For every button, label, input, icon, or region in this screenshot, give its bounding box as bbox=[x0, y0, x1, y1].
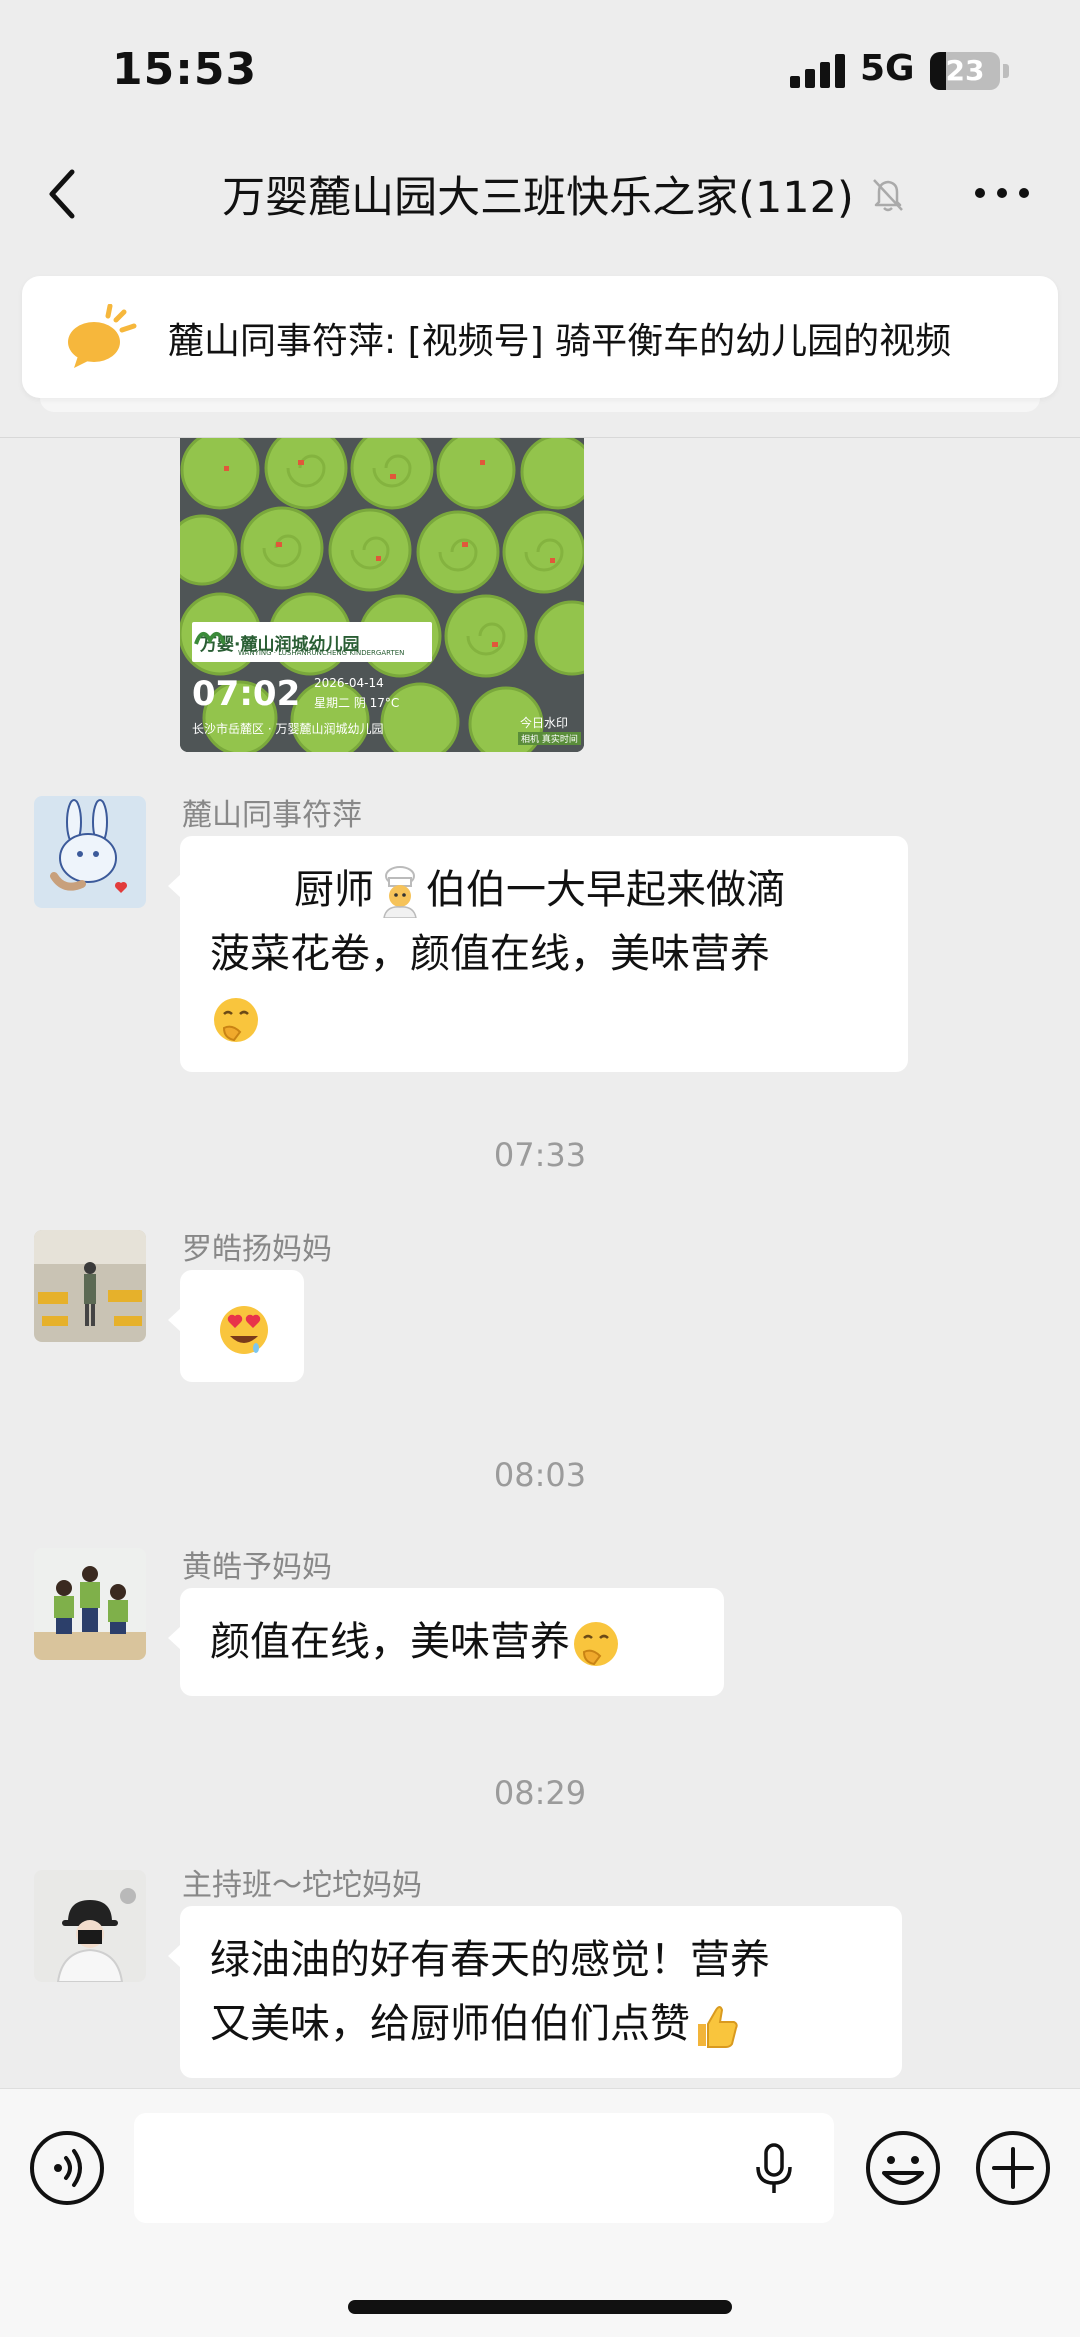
voice-button[interactable] bbox=[28, 2129, 106, 2207]
classroom-avatar-image bbox=[34, 1230, 146, 1342]
thumbs-up-emoji bbox=[698, 2006, 738, 2048]
watermark-date: 2026-04-14 bbox=[314, 676, 384, 690]
message-bubble[interactable]: 绿油油的好有春天的感觉！营养 又美味，给厨师伯伯们点赞 bbox=[168, 1906, 902, 2078]
battery-icon: 23 bbox=[930, 52, 1000, 90]
timestamp: 07:33 bbox=[493, 1136, 587, 1174]
pinned-text: 麓山同事符萍: [视频号] 骑平衡车的幼儿园的视频 bbox=[168, 321, 952, 362]
pinned-card-shadow bbox=[40, 398, 1040, 412]
message-text: 伯伯一大早起来做滴 bbox=[426, 867, 786, 913]
pinned-message[interactable]: 麓山同事符萍: [视频号] 骑平衡车的幼儿园的视频 bbox=[22, 276, 1058, 398]
shared-photo[interactable]: 万婴·麓山润城幼儿园 WANYING · LUSHANRUNCHENG KIND… bbox=[180, 438, 584, 752]
person-cap-avatar-image bbox=[34, 1870, 146, 1982]
bell-off-icon bbox=[872, 179, 903, 212]
watermark-location: 长沙市岳麓区 · 万婴麓山润城幼儿园 bbox=[192, 722, 384, 736]
message-bubble[interactable]: 厨师 伯伯一大早起来做滴 菠菜花卷，颜值在线，美味营养 bbox=[168, 836, 908, 1072]
message-line bbox=[210, 986, 878, 1050]
home-indicator[interactable] bbox=[348, 2300, 732, 2314]
status-bar: 15:53 5G 23 bbox=[0, 0, 1080, 140]
family-avatar-image bbox=[34, 1548, 146, 1660]
timestamp: 08:03 bbox=[493, 1456, 587, 1494]
message-line: 厨师 伯伯一大早起来做滴 bbox=[210, 858, 878, 922]
message-text: 厨师 bbox=[294, 867, 374, 913]
timestamp: 08:29 bbox=[493, 1774, 587, 1812]
plus-icon bbox=[976, 2131, 1050, 2205]
speech-bubble-icon bbox=[68, 304, 137, 368]
message-text: 又美味，给厨师伯伯们点赞 bbox=[210, 2001, 690, 2047]
watermark-weather: 星期二 阴 17°C bbox=[314, 696, 400, 710]
avatar[interactable] bbox=[34, 1870, 146, 1982]
emoji-button[interactable] bbox=[864, 2129, 942, 2207]
more-dots-icon bbox=[975, 188, 1029, 198]
message-input[interactable] bbox=[134, 2113, 834, 2223]
sender-name: 主持班～坨坨妈妈 bbox=[182, 1868, 422, 1903]
shushing-face-emoji bbox=[214, 998, 258, 1042]
voice-icon bbox=[30, 2131, 104, 2205]
sender-name: 黄皓予妈妈 bbox=[182, 1550, 332, 1585]
sender-name: 麓山同事符萍 bbox=[182, 798, 362, 833]
bunny-avatar-image bbox=[34, 796, 146, 908]
watermark-logo-sub: WANYING · LUSHANRUNCHENG KINDERGARTEN bbox=[238, 649, 405, 657]
message-text: 颜值在线，美味营养 bbox=[210, 1619, 570, 1665]
watermark-logo: 万婴·麓山润城幼儿园 WANYING · LUSHANRUNCHENG KIND… bbox=[192, 622, 432, 662]
avatar[interactable] bbox=[34, 1548, 146, 1660]
message-line: 菠菜花卷，颜值在线，美味营养 bbox=[210, 931, 770, 977]
microphone-icon bbox=[756, 2143, 792, 2193]
watermark-tag: 相机 真实时间 bbox=[518, 732, 581, 745]
chef-emoji bbox=[383, 866, 417, 918]
avatar[interactable] bbox=[34, 796, 146, 908]
message-line: 又美味，给厨师伯伯们点赞 bbox=[210, 1992, 872, 2056]
sender-name: 罗皓扬妈妈 bbox=[182, 1232, 332, 1267]
network-type: 5G bbox=[860, 48, 915, 89]
microphone-button[interactable] bbox=[752, 2143, 796, 2195]
message-line: 绿油油的好有春天的感觉！营养 bbox=[210, 1937, 770, 1983]
avatar[interactable] bbox=[34, 1230, 146, 1342]
title-wrap: 万婴麓山园大三班快乐之家(112) bbox=[200, 164, 930, 224]
plus-button[interactable] bbox=[974, 2129, 1052, 2207]
watermark-time: 07:02 bbox=[192, 674, 301, 714]
leaf-logo-icon bbox=[194, 632, 226, 645]
heart-eyes-drool-emoji bbox=[220, 1306, 268, 1354]
watermark-brand: 今日水印 bbox=[520, 716, 569, 730]
battery-tip bbox=[1003, 64, 1009, 78]
signal-icon bbox=[790, 54, 848, 88]
chat-header: 万婴麓山园大三班快乐之家(112) bbox=[0, 140, 1080, 250]
shushing-face-emoji bbox=[574, 1622, 618, 1666]
battery-percent: 23 bbox=[945, 54, 985, 87]
smiley-icon bbox=[866, 2131, 940, 2205]
chat-title[interactable]: 万婴麓山园大三班快乐之家(112) bbox=[222, 163, 854, 225]
message-bubble[interactable]: 颜值在线，美味营养 bbox=[168, 1588, 724, 1696]
chevron-left-icon bbox=[49, 169, 75, 219]
back-button[interactable] bbox=[40, 164, 88, 224]
more-button[interactable] bbox=[972, 168, 1032, 218]
status-time: 15:53 bbox=[112, 44, 258, 95]
message-bubble[interactable] bbox=[168, 1270, 304, 1382]
